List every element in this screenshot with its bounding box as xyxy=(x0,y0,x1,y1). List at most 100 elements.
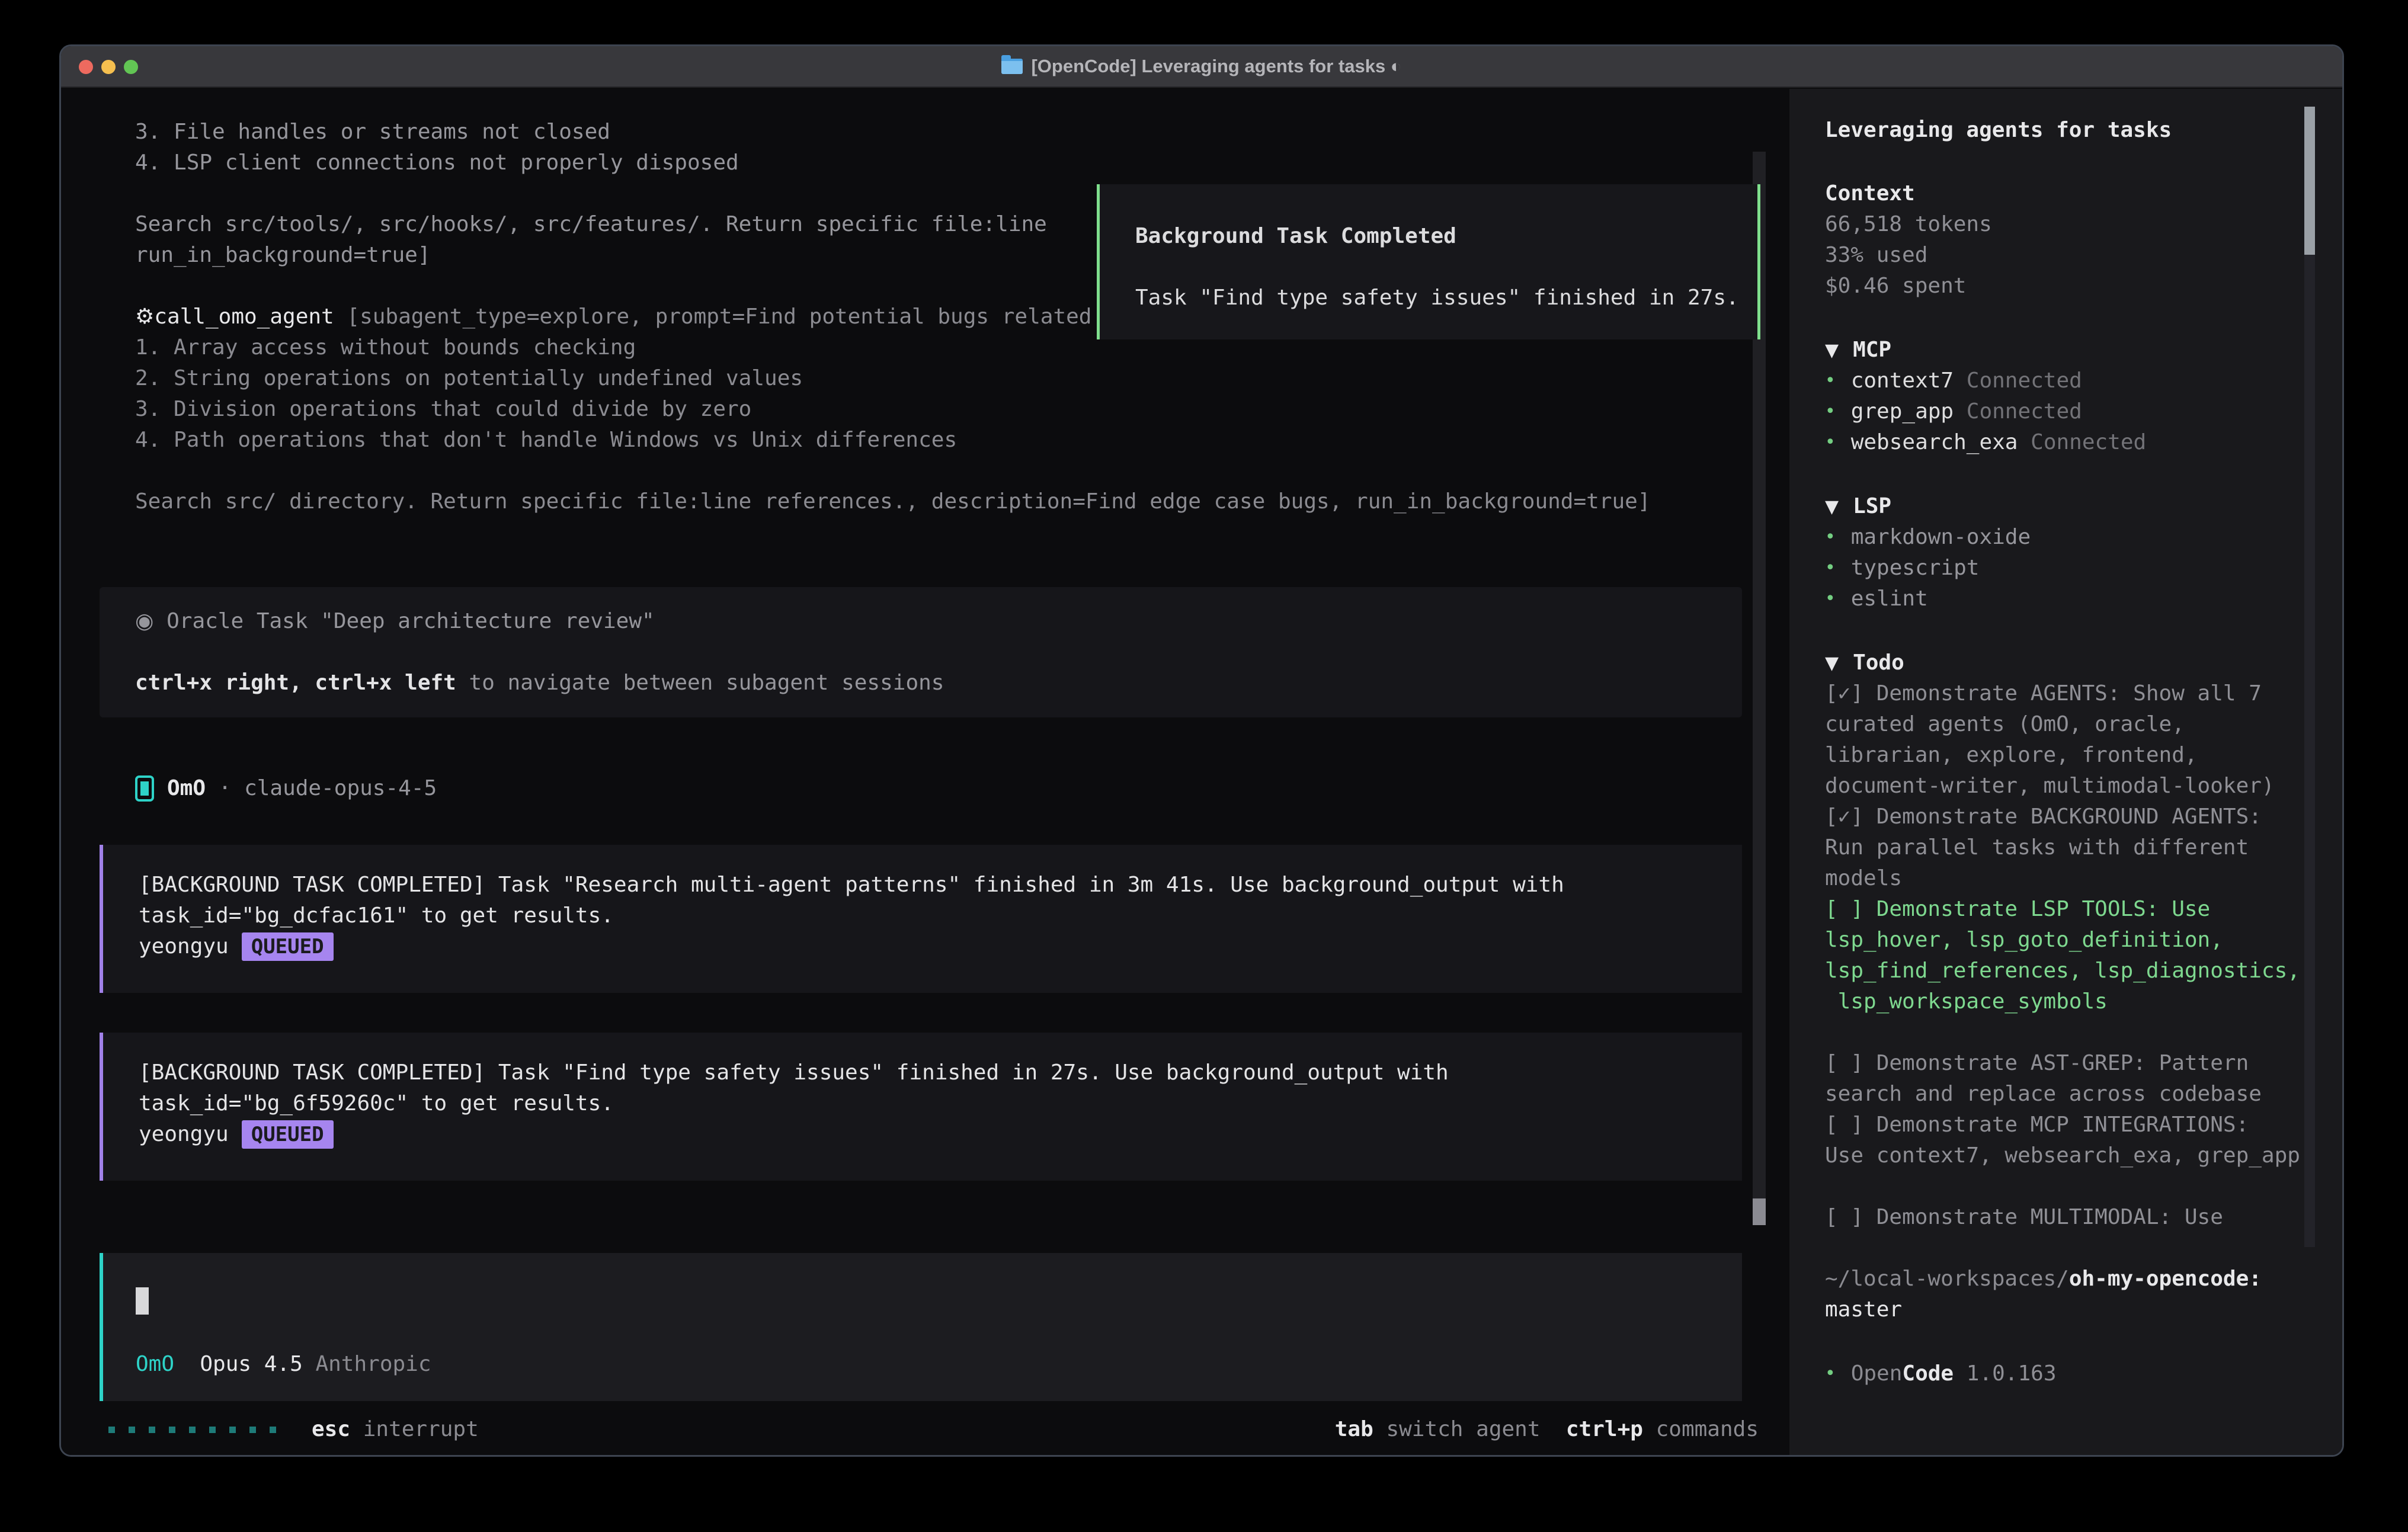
app-version-line: • OpenCode 1.0.163 xyxy=(1825,1358,2342,1389)
agent-session-line[interactable]: OmO · claude-opus-4-5 xyxy=(100,773,1742,804)
window-title: [OpenCode] Leveraging agents for tasks ◐ xyxy=(1031,56,1401,77)
tool-output-line: 4. Path operations that don't handle Win… xyxy=(135,425,1742,456)
oracle-task-title: Oracle Task "Deep architecture review" xyxy=(153,609,654,633)
tool-output-line: 2. String operations on potentially unde… xyxy=(135,363,1742,394)
mcp-name: context7 xyxy=(1851,368,1954,393)
task-meta: yeongyu QUEUED xyxy=(139,931,1742,962)
task-user: yeongyu xyxy=(139,1119,229,1150)
input-provider-name: Anthropic xyxy=(315,1349,431,1380)
task-message-line: [BACKGROUND TASK COMPLETED] Task "Find t… xyxy=(139,1057,1742,1088)
workspace-info: ~/local-workspaces/oh-my-opencode: maste… xyxy=(1825,1264,2342,1325)
workspace-repo: oh-my-opencode: xyxy=(2069,1267,2262,1291)
workspace-path: ~/local-workspaces/ xyxy=(1825,1267,2069,1291)
status-dot-icon: • xyxy=(1825,396,1836,427)
prompt-input[interactable]: OmO Opus 4.5 Anthropic xyxy=(100,1253,1742,1401)
agent-name: OmO xyxy=(167,776,206,800)
context-used: 33% used xyxy=(1825,240,2342,271)
todo-line: [ ] Demonstrate MULTIMODAL: Use xyxy=(1825,1202,2342,1233)
session-sidebar: Leveraging agents for tasks Context 66,5… xyxy=(1789,89,2342,1455)
agent-separator: · xyxy=(206,776,244,800)
lsp-item: • typescript xyxy=(1825,553,2342,584)
mcp-status: Connected xyxy=(1954,399,2082,424)
tool-output-line: Search src/ directory. Return specific f… xyxy=(135,486,1742,517)
status-dot-icon: • xyxy=(1825,584,1836,614)
lsp-name: typescript xyxy=(1851,553,1980,584)
task-message-line: task_id="bg_6f59260c" to get results. xyxy=(139,1088,1742,1119)
context-heading: Context xyxy=(1825,178,2342,209)
window-title-group: [OpenCode] Leveraging agents for tasks ◐ xyxy=(1001,56,1401,77)
background-task-message: [BACKGROUND TASK COMPLETED] Task "Find t… xyxy=(100,1033,1742,1181)
task-message-line: [BACKGROUND TASK COMPLETED] Task "Resear… xyxy=(139,870,1742,900)
context-spent: $0.46 spent xyxy=(1825,271,2342,302)
sidebar-scrollbar[interactable] xyxy=(2304,107,2315,1247)
todo-line: [ ] Demonstrate MCP INTEGRATIONS: xyxy=(1825,1110,2342,1140)
session-title: Leveraging agents for tasks xyxy=(1825,115,2342,146)
switch-agent-hint: tab switch agent xyxy=(1335,1414,1541,1445)
esc-key: esc xyxy=(312,1417,350,1441)
agent-square-icon xyxy=(135,775,154,802)
lsp-item: •eslint xyxy=(1825,584,2342,614)
task-user: yeongyu xyxy=(139,931,229,962)
zoom-button[interactable] xyxy=(124,60,138,74)
todo-line: models xyxy=(1825,863,2342,894)
todo-line-active: lsp_workspace_symbols xyxy=(1825,986,2342,1017)
tool-output-line xyxy=(135,456,1742,486)
todo-line: search and replace across codebase xyxy=(1825,1079,2342,1110)
working-spinner xyxy=(108,1427,276,1433)
subagent-nav-hint: ctrl+x right, ctrl+x left to navigate be… xyxy=(135,668,1742,698)
oracle-task-panel: ◉ Oracle Task "Deep architecture review"… xyxy=(100,587,1742,717)
todo-line: Run parallel tasks with different xyxy=(1825,832,2342,863)
chevron-down-icon: ▼ xyxy=(1825,340,1839,361)
minimize-button[interactable] xyxy=(101,60,116,74)
lsp-section-header[interactable]: ▼ LSP xyxy=(1825,491,2342,522)
titlebar: [OpenCode] Leveraging agents for tasks ◐ xyxy=(61,46,2342,88)
main-scrollbar-thumb[interactable] xyxy=(1753,1198,1766,1225)
gear-icon: ⚙ xyxy=(135,305,154,329)
status-dot-icon: • xyxy=(1825,553,1836,584)
todo-line-active: [ ] Demonstrate LSP TOOLS: Use xyxy=(1825,894,2342,925)
tool-call-name: call_omo_agent xyxy=(154,305,347,329)
todo-section-header[interactable]: ▼ Todo xyxy=(1825,648,2342,678)
toast-notification: Background Task Completed Task "Find typ… xyxy=(1097,184,1760,339)
app-name-dim: Open xyxy=(1851,1361,1903,1386)
sidebar-scrollbar-thumb[interactable] xyxy=(2304,107,2315,255)
context-tokens: 66,518 tokens xyxy=(1825,209,2342,240)
queued-status-badge: QUEUED xyxy=(242,932,334,961)
todo-line: librarian, explore, frontend, xyxy=(1825,740,2342,771)
oracle-task-title-line: ◉ Oracle Task "Deep architecture review" xyxy=(135,606,1742,637)
mcp-section-header[interactable]: ▼ MCP xyxy=(1825,335,2342,366)
todo-line: document-writer, multimodal-looker) xyxy=(1825,771,2342,802)
mcp-status: Connected xyxy=(2018,430,2146,454)
input-agent-name: OmO xyxy=(136,1349,174,1380)
mcp-status: Connected xyxy=(1954,368,2082,393)
queued-status-badge: QUEUED xyxy=(242,1120,334,1149)
terminal-main: 3. File handles or streams not closed 4.… xyxy=(61,88,1789,1455)
mcp-name: websearch_exa xyxy=(1851,430,2018,454)
close-button[interactable] xyxy=(79,60,93,74)
ctrl-p-label: commands xyxy=(1643,1417,1759,1441)
status-right-hints: tab switch agent ctrl+p commands xyxy=(1335,1414,1759,1445)
todo-line-active: lsp_hover, lsp_goto_definition, xyxy=(1825,925,2342,956)
agent-model: claude-opus-4-5 xyxy=(244,776,437,800)
status-dot-icon: • xyxy=(1825,1358,1836,1389)
mcp-item: • websearch_exa Connected xyxy=(1825,427,2342,458)
input-model-name: Opus 4.5 xyxy=(174,1349,315,1380)
todo-line-active: lsp_find_references, lsp_diagnostics, xyxy=(1825,956,2342,986)
chevron-down-icon: ▼ xyxy=(1825,496,1839,517)
app-name-bold: Code xyxy=(1902,1361,1954,1386)
scrollback-line: 3. File handles or streams not closed xyxy=(135,117,1742,148)
record-circle-icon: ◉ xyxy=(135,609,153,633)
lsp-item: •markdown-oxide xyxy=(1825,522,2342,553)
status-dot-icon: • xyxy=(1825,427,1836,458)
toast-body: Task "Find type safety issues" finished … xyxy=(1135,283,1757,313)
mcp-item: •grep_app Connected xyxy=(1825,396,2342,427)
scrollback-line: 4. LSP client connections not properly d… xyxy=(135,148,1742,178)
todo-line: Use context7, websearch_exa, grep_app xyxy=(1825,1140,2342,1171)
text-cursor xyxy=(136,1287,149,1315)
status-dot-icon: • xyxy=(1825,366,1836,396)
hint-keys: ctrl+x right, ctrl+x left xyxy=(135,671,456,695)
tab-key: tab xyxy=(1335,1417,1373,1441)
background-task-message: [BACKGROUND TASK COMPLETED] Task "Resear… xyxy=(100,845,1742,993)
input-meta: OmO Opus 4.5 Anthropic xyxy=(136,1349,431,1380)
window-content: 3. File handles or streams not closed 4.… xyxy=(61,88,2342,1455)
